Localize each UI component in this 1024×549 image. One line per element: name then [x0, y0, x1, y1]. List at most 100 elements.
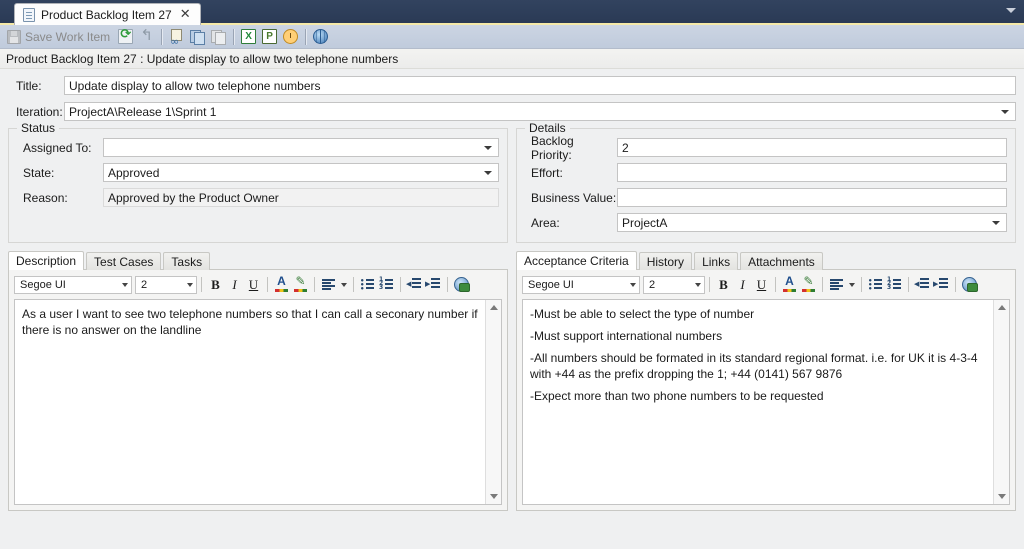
open-in-project-button[interactable]: [260, 27, 279, 46]
tab-attachments[interactable]: Attachments: [740, 252, 823, 270]
font-color-button[interactable]: [780, 275, 799, 294]
tab-tasks[interactable]: Tasks: [163, 252, 210, 270]
bold-button[interactable]: B: [206, 275, 225, 294]
save-work-item-button[interactable]: Save Work Item: [4, 29, 115, 45]
acceptance-criteria-scrollbar[interactable]: [993, 300, 1009, 504]
description-scrollbar[interactable]: [485, 300, 501, 504]
caret-down-icon: [998, 494, 1006, 499]
align-button[interactable]: [319, 275, 338, 294]
copy-button[interactable]: [188, 27, 207, 46]
scroll-down-button[interactable]: [486, 489, 501, 504]
reason-row: Reason: Approved by the Product Owner: [17, 185, 499, 210]
insert-hyperlink-button[interactable]: [452, 275, 471, 294]
font-family-combo[interactable]: Segoe UI: [522, 276, 640, 294]
decrease-indent-icon: [407, 278, 422, 291]
decrease-indent-button[interactable]: [913, 275, 932, 294]
increase-indent-button[interactable]: [424, 275, 443, 294]
italic-button[interactable]: I: [733, 275, 752, 294]
work-item-form: Title: Update display to allow two telep…: [0, 69, 1024, 243]
chevron-down-icon: [484, 171, 492, 175]
document-tab-product-backlog-item-27[interactable]: Product Backlog Item 27 ✕: [14, 3, 201, 25]
increase-indent-button[interactable]: [932, 275, 951, 294]
align-left-icon: [321, 278, 336, 291]
rte-separator: [908, 277, 909, 292]
bullet-list-button[interactable]: •••: [866, 275, 885, 294]
font-size-combo[interactable]: 2: [135, 276, 197, 294]
rte-separator: [314, 277, 315, 292]
backlog-priority-input[interactable]: 2: [617, 138, 1007, 157]
business-value-label: Business Value:: [525, 191, 617, 205]
business-value-input[interactable]: [617, 188, 1007, 207]
italic-button[interactable]: I: [225, 275, 244, 294]
tab-test-cases[interactable]: Test Cases: [86, 252, 161, 270]
hyperlink-icon: [962, 277, 977, 292]
rte-separator: [267, 277, 268, 292]
numbered-list-button[interactable]: 123: [377, 275, 396, 294]
rte-separator: [447, 277, 448, 292]
scroll-up-button[interactable]: [486, 300, 501, 315]
font-family-combo[interactable]: Segoe UI: [14, 276, 132, 294]
highlight-button[interactable]: [799, 275, 818, 294]
state-value: Approved: [108, 166, 159, 180]
highlight-button[interactable]: [291, 275, 310, 294]
refresh-button[interactable]: [116, 27, 135, 46]
scroll-down-button[interactable]: [994, 489, 1009, 504]
undo-icon: [139, 29, 154, 44]
title-row: Title: Update display to allow two telep…: [8, 74, 1016, 97]
chevron-down-icon[interactable]: [1006, 8, 1016, 13]
description-panel: Description Test Cases Tasks Segoe UI 2 …: [8, 251, 508, 511]
align-dropdown-button[interactable]: [846, 275, 857, 294]
underline-button[interactable]: U: [752, 275, 771, 294]
business-value-row: Business Value:: [525, 185, 1007, 210]
link-icon: [169, 29, 184, 44]
document-tab-label: Product Backlog Item 27: [41, 8, 172, 22]
decrease-indent-button[interactable]: [405, 275, 424, 294]
align-dropdown-button[interactable]: [338, 275, 349, 294]
description-paragraph: As a user I want to see two telephone nu…: [22, 306, 479, 338]
increase-indent-icon: [426, 278, 441, 291]
rte-separator: [775, 277, 776, 292]
description-editor[interactable]: As a user I want to see two telephone nu…: [15, 300, 485, 504]
tab-history[interactable]: History: [639, 252, 692, 270]
insert-hyperlink-button[interactable]: [960, 275, 979, 294]
open-in-excel-button[interactable]: [239, 27, 258, 46]
numbered-list-button[interactable]: 123: [885, 275, 904, 294]
align-left-icon: [829, 278, 844, 291]
assigned-to-combo[interactable]: [103, 138, 499, 157]
tab-description[interactable]: Description: [8, 251, 84, 270]
title-input[interactable]: Update display to allow two telephone nu…: [64, 76, 1016, 95]
bold-button[interactable]: B: [714, 275, 733, 294]
link-to-button[interactable]: [167, 27, 186, 46]
tab-links[interactable]: Links: [694, 252, 738, 270]
font-family-value: Segoe UI: [20, 279, 66, 291]
state-combo[interactable]: Approved: [103, 163, 499, 182]
acceptance-criteria-line: -All numbers should be formated in its s…: [530, 350, 987, 382]
help-button[interactable]: [311, 27, 330, 46]
state-row: State: Approved: [17, 160, 499, 185]
bullet-list-icon: •••: [360, 278, 375, 291]
acceptance-criteria-line: -Must support international numbers: [530, 328, 987, 344]
iteration-combo[interactable]: ProjectA\Release 1\Sprint 1: [64, 102, 1016, 121]
underline-button[interactable]: U: [244, 275, 263, 294]
close-icon[interactable]: ✕: [178, 8, 193, 21]
font-color-button[interactable]: [272, 275, 291, 294]
history-button[interactable]: [281, 27, 300, 46]
font-family-value: Segoe UI: [528, 279, 574, 291]
bullet-list-icon: •••: [868, 278, 883, 291]
scroll-up-button[interactable]: [994, 300, 1009, 315]
chevron-down-icon: [992, 221, 1000, 225]
chevron-down-icon: [630, 283, 636, 287]
align-button[interactable]: [827, 275, 846, 294]
acceptance-criteria-editor[interactable]: -Must be able to select the type of numb…: [523, 300, 993, 504]
tab-acceptance-criteria[interactable]: Acceptance Criteria: [516, 251, 637, 270]
area-combo[interactable]: ProjectA: [617, 213, 1007, 232]
bullet-list-button[interactable]: •••: [358, 275, 377, 294]
effort-input[interactable]: [617, 163, 1007, 182]
copy-as-html-button[interactable]: [209, 27, 228, 46]
acceptance-criteria-panel-body: Segoe UI 2 B I U: [516, 269, 1016, 511]
effort-row: Effort:: [525, 160, 1007, 185]
font-color-icon: [274, 277, 289, 292]
undo-button[interactable]: [137, 27, 156, 46]
increase-indent-icon: [934, 278, 949, 291]
font-size-combo[interactable]: 2: [643, 276, 705, 294]
